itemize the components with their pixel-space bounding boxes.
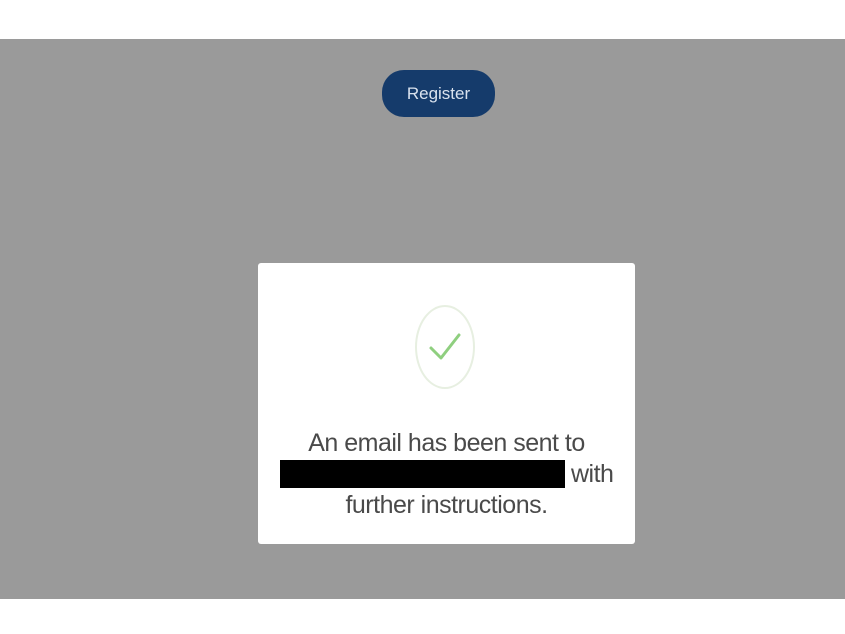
message-line-2-suffix: with <box>570 460 614 488</box>
message-line-3: further instructions. <box>345 491 548 519</box>
message-line-2: with <box>258 459 635 490</box>
page: Register An email has been sent to with … <box>0 0 845 634</box>
checkmark-icon <box>429 333 461 360</box>
confirmation-message: An email has been sent to with further i… <box>258 428 635 521</box>
success-circle <box>415 305 475 389</box>
register-button[interactable]: Register <box>382 70 495 117</box>
redacted-email <box>279 460 565 488</box>
success-modal: An email has been sent to with further i… <box>258 263 635 544</box>
message-line-1: An email has been sent to <box>308 429 585 457</box>
